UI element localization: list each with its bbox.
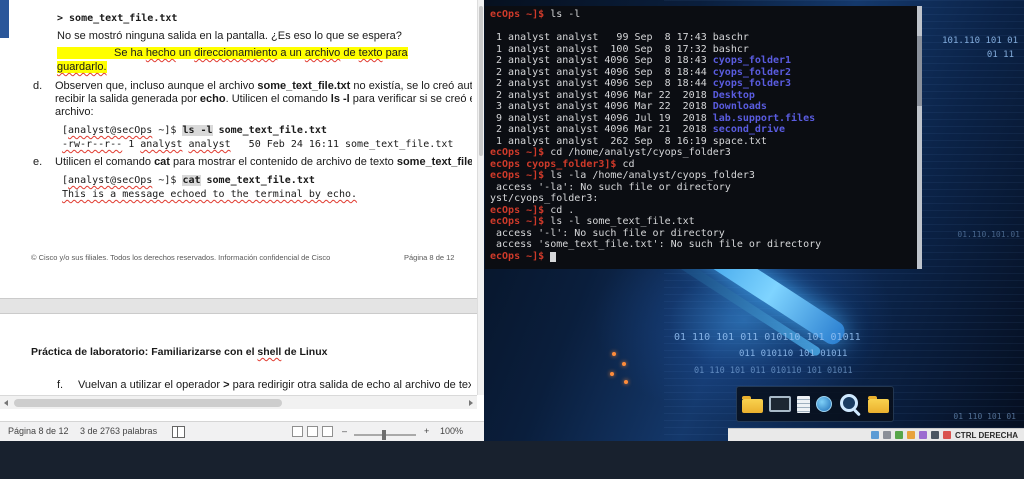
terminal-scrollbar-thumb[interactable] xyxy=(917,36,922,106)
terminal-line: 3 analyst analyst 4096 Mar 22 2018 Downl… xyxy=(490,101,767,112)
wallpaper-dot xyxy=(622,362,626,366)
vbox-usb-icon[interactable] xyxy=(907,431,916,439)
scroll-left-arrow-icon[interactable] xyxy=(4,400,8,406)
horizontal-scrollbar-thumb[interactable] xyxy=(14,399,282,407)
spellcheck-icon[interactable] xyxy=(172,426,185,438)
vbox-display-icon[interactable] xyxy=(871,431,880,439)
terminal-line: 2 analyst analyst 4096 Sep 8 18:44 cyops… xyxy=(490,78,792,89)
terminal-line: ecOps cyops_folder3]$ cd xyxy=(490,158,635,170)
globe-icon[interactable] xyxy=(815,396,832,412)
horizontal-scrollbar[interactable] xyxy=(0,395,477,409)
folder-icon[interactable] xyxy=(867,395,889,413)
status-word-count[interactable]: 3 de 2763 palabras xyxy=(80,426,157,436)
terminal-line: ecOps ~]$ cd . xyxy=(490,204,575,216)
doc-item-d-line3: archivo: xyxy=(55,106,94,118)
terminal-line: ecOps ~]$ cd /home/analyst/cyops_folder3 xyxy=(490,147,731,158)
vbox-host-key-label: CTRL DERECHA xyxy=(955,430,1018,440)
wallpaper-binary-text: 01 11 xyxy=(986,50,1014,60)
scroll-right-arrow-icon[interactable] xyxy=(469,400,473,406)
doc-footer-page: Página 8 de 12 xyxy=(404,253,455,262)
doc-code-cat-command: [analyst@secOps ~]$ cat some_text_file.t… xyxy=(62,175,315,186)
doc-item-f-label: f. xyxy=(57,379,64,391)
monitor-icon[interactable] xyxy=(768,396,791,412)
terminal-line: 9 analyst analyst 4096 Jul 19 2018 lab.s… xyxy=(490,112,816,124)
view-read-mode-icon[interactable] xyxy=(292,426,303,437)
view-web-layout-icon[interactable] xyxy=(322,426,333,437)
doc-page2-header: Práctica de laboratorio: Familiarizarse … xyxy=(31,346,328,358)
screen: > some_text_file.txt No se mostró ningun… xyxy=(0,0,1024,479)
doc-question: No se mostró ninguna salida en la pantal… xyxy=(57,30,402,42)
wallpaper-binary-text: 01 110 101 011 010110 101 01011 xyxy=(694,366,853,376)
word-status-bar: Página 8 de 12 3 de 2763 palabras – + 10… xyxy=(0,421,484,441)
doc-item-d-line1: Observen que, incluso aunque el archivo … xyxy=(55,80,472,92)
wallpaper-dot xyxy=(624,380,628,384)
word-window-edge xyxy=(0,0,9,38)
wallpaper-binary-text: 011 010110 101 01011 xyxy=(739,349,848,359)
doc-code-cat-output: This is a message echoed to the terminal… xyxy=(62,189,358,200)
vbox-network-icon[interactable] xyxy=(895,431,904,439)
terminal-scrollbar[interactable] xyxy=(917,6,922,269)
view-print-layout-icon[interactable] xyxy=(307,426,318,437)
doc-item-e-label: e. xyxy=(33,156,43,168)
wallpaper-binary-text: 101.110 101 01 xyxy=(942,36,1018,46)
doc-item-e-line1: Utilicen el comando cat para mostrar el … xyxy=(55,156,472,168)
terminal-line: 2 analyst analyst 4096 Mar 21 2018 secon… xyxy=(490,124,786,135)
doc-code-ls-output: -rw-r--r-- 1 analyst analyst 50 Feb 24 1… xyxy=(62,139,454,150)
windows-taskbar: P X Google ... W 3.1.2.7 L... Oracle V..… xyxy=(0,441,1024,479)
doc-answer-line2: guardarlo. xyxy=(57,61,107,73)
zoom-slider-thumb[interactable] xyxy=(382,430,386,440)
zoom-in-button[interactable]: + xyxy=(424,426,429,436)
doc-code-redirect: > some_text_file.txt xyxy=(57,13,178,24)
wallpaper-dot xyxy=(610,372,614,376)
virtualbox-status-bar: CTRL DERECHA xyxy=(728,428,1024,441)
folder-icon[interactable] xyxy=(741,395,763,413)
terminal-line: access '-l': No such file or directory xyxy=(490,227,725,239)
magnifier-icon[interactable] xyxy=(838,392,862,416)
terminal-line: 1 analyst analyst 262 Sep 8 16:19 space.… xyxy=(490,135,767,147)
terminal-line: access 'some_text_file.txt': No such fil… xyxy=(490,239,822,250)
doc-item-f-line1: Vuelvan a utilizar el operador > para re… xyxy=(78,379,471,391)
wallpaper-binary-text: 01.110.101.01 xyxy=(957,230,1020,239)
vbox-shared-folder-icon[interactable] xyxy=(919,431,928,439)
terminal-cursor xyxy=(550,252,556,262)
terminal-line: 2 analyst analyst 4096 Mar 22 2018 Deskt… xyxy=(490,89,755,101)
vertical-scrollbar-thumb[interactable] xyxy=(479,6,483,156)
terminal-line: 1 analyst analyst 100 Sep 8 17:32 bashcr xyxy=(490,43,749,55)
terminal-line: 2 analyst analyst 4096 Sep 8 18:44 cyops… xyxy=(490,66,792,78)
zoom-level-label[interactable]: 100% xyxy=(440,426,463,436)
terminal-line: access '-la': No such file or directory xyxy=(490,181,731,193)
doc-code-ls-command: [analyst@secOps ~]$ ls -l some_text_file… xyxy=(62,125,327,136)
wallpaper-binary-text: 01 110 101 01 xyxy=(953,412,1016,421)
terminal-line: ecOps ~]$ ls -l some_text_file.txt xyxy=(490,216,695,227)
terminal-line: 2 analyst analyst 4096 Sep 8 18:43 cyops… xyxy=(490,55,792,66)
doc-answer-line1: Se ha hecho un direccionamiento a un arc… xyxy=(57,47,408,60)
vm-dock xyxy=(736,386,894,422)
terminal-window[interactable]: ecOps ~]$ ls -l 1 analyst analyst 99 Sep… xyxy=(485,6,922,269)
wallpaper-dot xyxy=(612,352,616,356)
answer-blank xyxy=(57,47,114,60)
doc-item-d-line2: recibir la salida generada por echo. Uti… xyxy=(55,93,472,105)
doc-item-d-label: d. xyxy=(33,80,43,92)
document-icon[interactable] xyxy=(796,395,810,413)
terminal-line: ecOps ~]$ ls -la /home/analyst/cyops_fol… xyxy=(490,170,755,181)
wallpaper-binary-text: 01 110 101 011 010110 101 01011 xyxy=(674,332,861,343)
terminal-line: ecOps ~]$ ls -l xyxy=(490,9,581,20)
zoom-out-button[interactable]: – xyxy=(342,426,347,436)
doc-footer-copyright: © Cisco y/o sus filiales. Todos los dere… xyxy=(31,253,331,262)
terminal-output: ecOps ~]$ ls -l 1 analyst analyst 99 Sep… xyxy=(490,9,912,262)
status-page-indicator[interactable]: Página 8 de 12 xyxy=(8,426,69,436)
page-break-gap xyxy=(0,298,477,314)
word-window: > some_text_file.txt No se mostró ningun… xyxy=(0,0,484,441)
vertical-scrollbar[interactable] xyxy=(477,0,484,395)
vbox-mouse-icon[interactable] xyxy=(943,431,952,439)
vbox-disk-icon[interactable] xyxy=(883,431,892,439)
terminal-line: yst/cyops_folder3: xyxy=(490,193,599,204)
vbox-recording-icon[interactable] xyxy=(931,431,940,439)
terminal-line: 1 analyst analyst 99 Sep 8 17:43 baschr xyxy=(490,32,749,43)
